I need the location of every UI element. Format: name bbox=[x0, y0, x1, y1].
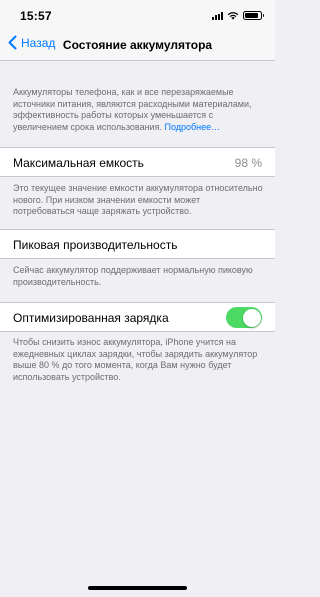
wifi-icon bbox=[227, 12, 239, 20]
status-bar: 15:57 bbox=[0, 0, 275, 30]
intro-description: Аккумуляторы телефона, как и все перезар… bbox=[13, 87, 263, 133]
optimized-charging-note: Чтобы снизить износ аккумулятора, iPhone… bbox=[13, 337, 258, 382]
optimized-charging-toggle[interactable] bbox=[226, 307, 262, 328]
status-icons bbox=[212, 11, 264, 20]
status-time: 15:57 bbox=[20, 9, 52, 23]
home-indicator[interactable] bbox=[88, 586, 187, 590]
peak-performance-note: Сейчас аккумулятор поддерживает нормальн… bbox=[13, 265, 253, 287]
peak-performance-label: Пиковая производительность bbox=[13, 238, 178, 252]
optimized-charging-row: Оптимизированная зарядка bbox=[0, 302, 275, 332]
max-capacity-label: Максимальная емкость bbox=[13, 156, 144, 170]
peak-performance-row: Пиковая производительность bbox=[0, 229, 275, 259]
max-capacity-value: 98 % bbox=[234, 156, 262, 170]
battery-icon bbox=[243, 11, 264, 20]
signal-icon bbox=[212, 11, 223, 20]
learn-more-link[interactable]: Подробнее… bbox=[164, 122, 220, 132]
navigation-bar: Назад Состояние аккумулятора bbox=[0, 30, 275, 61]
toggle-knob bbox=[242, 308, 261, 327]
max-capacity-row: Максимальная емкость 98 % bbox=[0, 147, 275, 177]
optimized-charging-label: Оптимизированная зарядка bbox=[13, 311, 169, 325]
max-capacity-note: Это текущее значение емкости аккумулятор… bbox=[13, 183, 263, 216]
page-title: Состояние аккумулятора bbox=[62, 38, 213, 52]
